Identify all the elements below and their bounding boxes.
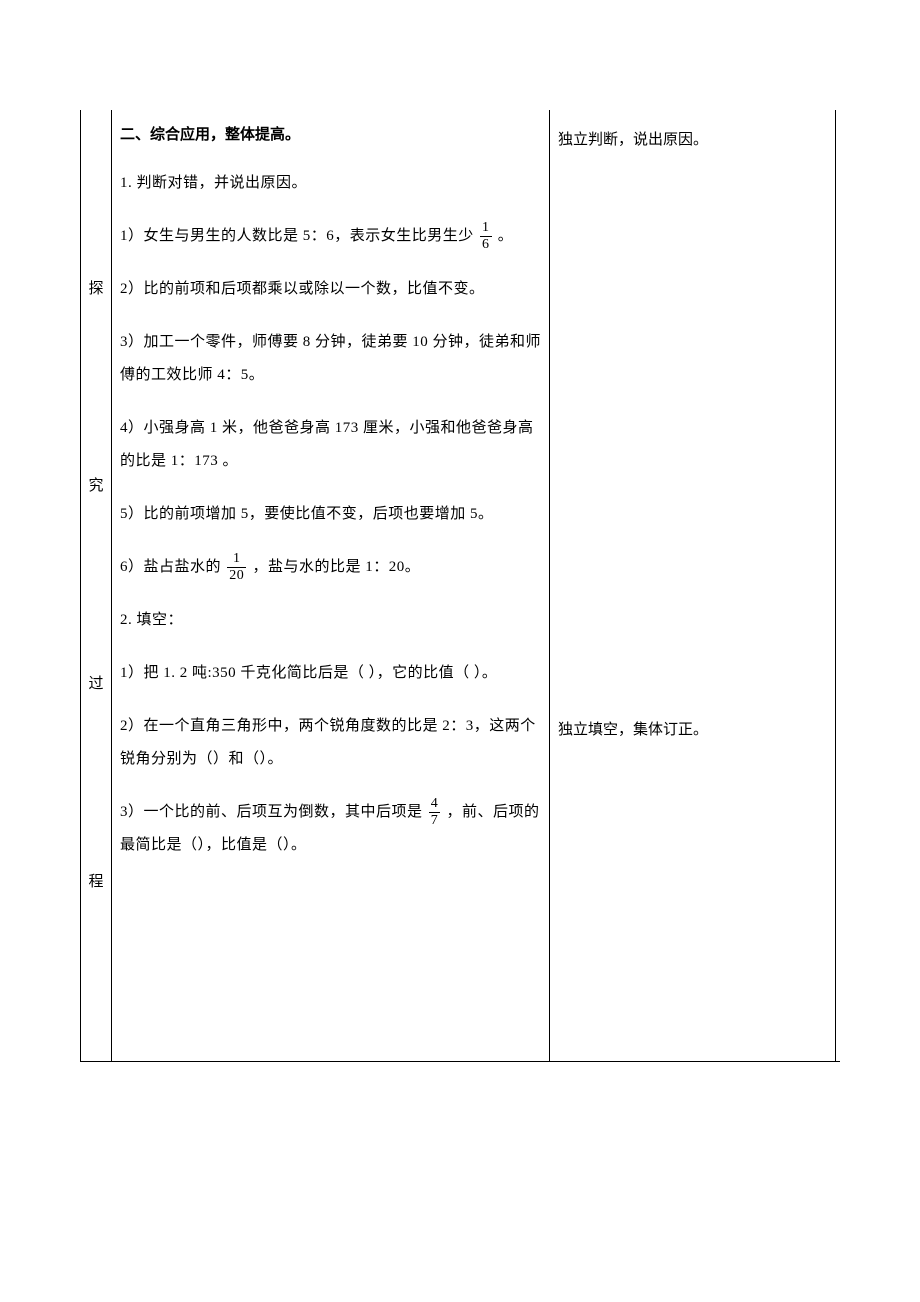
- fill-q3-text-a: 3）一个比的前、后项互为倒数，其中后项是: [120, 804, 423, 820]
- judge-q4: 4）小强身高 1 米，他爸爸身高 173 厘米，小强和他爸爸身高的比是 1：17…: [120, 412, 541, 478]
- fraction-numerator: 4: [429, 796, 441, 812]
- fraction-denominator: 20: [227, 568, 246, 583]
- fill-q1: 1）把 1. 2 吨:350 千克化简比后是（ ），它的比值（ ）。: [120, 657, 541, 690]
- judge-q1: 1）女生与男生的人数比是 5：6，表示女生比男生少 1 6 。: [120, 220, 541, 253]
- judge-q3: 3）加工一个零件，师傅要 8 分钟，徒弟要 10 分钟，徒弟和师傅的工效比师 4…: [120, 326, 541, 392]
- fraction-one-sixth: 1 6: [480, 220, 492, 252]
- fraction-numerator: 1: [480, 220, 492, 236]
- label-char-1: 探: [88, 278, 103, 301]
- notes-column: 独立判断，说出原因。 独立填空，集体订正。: [550, 110, 836, 1061]
- judge-q5: 5）比的前项增加 5，要使比值不变，后项也要增加 5。: [120, 498, 541, 531]
- note-bottom: 独立填空，集体订正。: [558, 714, 827, 1047]
- judge-q2: 2）比的前项和后项都乘以或除以一个数，比值不变。: [120, 273, 541, 306]
- fraction-numerator: 1: [227, 551, 246, 567]
- content-column: 二、综合应用，整体提高。 1. 判断对错，并说出原因。 1）女生与男生的人数比是…: [112, 110, 550, 1061]
- fill-q3: 3）一个比的前、后项互为倒数，其中后项是 4 7 ，前、后项的最简比是（），比值…: [120, 796, 541, 862]
- section-2-title: 二、综合应用，整体提高。: [120, 124, 541, 147]
- fraction-one-twentieth: 1 20: [227, 551, 246, 583]
- judge-q1-text-a: 1）女生与男生的人数比是 5：6，表示女生比男生少: [120, 228, 474, 244]
- label-char-4: 程: [88, 871, 103, 894]
- fill-lead: 2. 填空：: [120, 604, 541, 637]
- judge-lead: 1. 判断对错，并说出原因。: [120, 167, 541, 200]
- label-char-3: 过: [88, 673, 103, 696]
- fraction-denominator: 7: [429, 813, 441, 828]
- judge-q1-text-b: 。: [498, 228, 514, 244]
- fraction-denominator: 6: [480, 237, 492, 252]
- label-char-2: 究: [88, 475, 103, 498]
- fraction-four-sevenths: 4 7: [429, 796, 441, 828]
- judge-q6: 6）盐占盐水的 1 20 ，盐与水的比是 1：20。: [120, 551, 541, 584]
- lesson-table: 探 究 过 程 二、综合应用，整体提高。 1. 判断对错，并说出原因。 1）女生…: [80, 110, 840, 1062]
- note-top: 独立判断，说出原因。: [558, 124, 827, 157]
- row-label-column: 探 究 过 程: [80, 110, 112, 1061]
- fill-q2: 2）在一个直角三角形中，两个锐角度数的比是 2：3，这两个锐角分别为（）和（）。: [120, 710, 541, 776]
- judge-q6-text-a: 6）盐占盐水的: [120, 559, 225, 575]
- judge-q6-text-b: ，盐与水的比是 1：20。: [253, 559, 421, 575]
